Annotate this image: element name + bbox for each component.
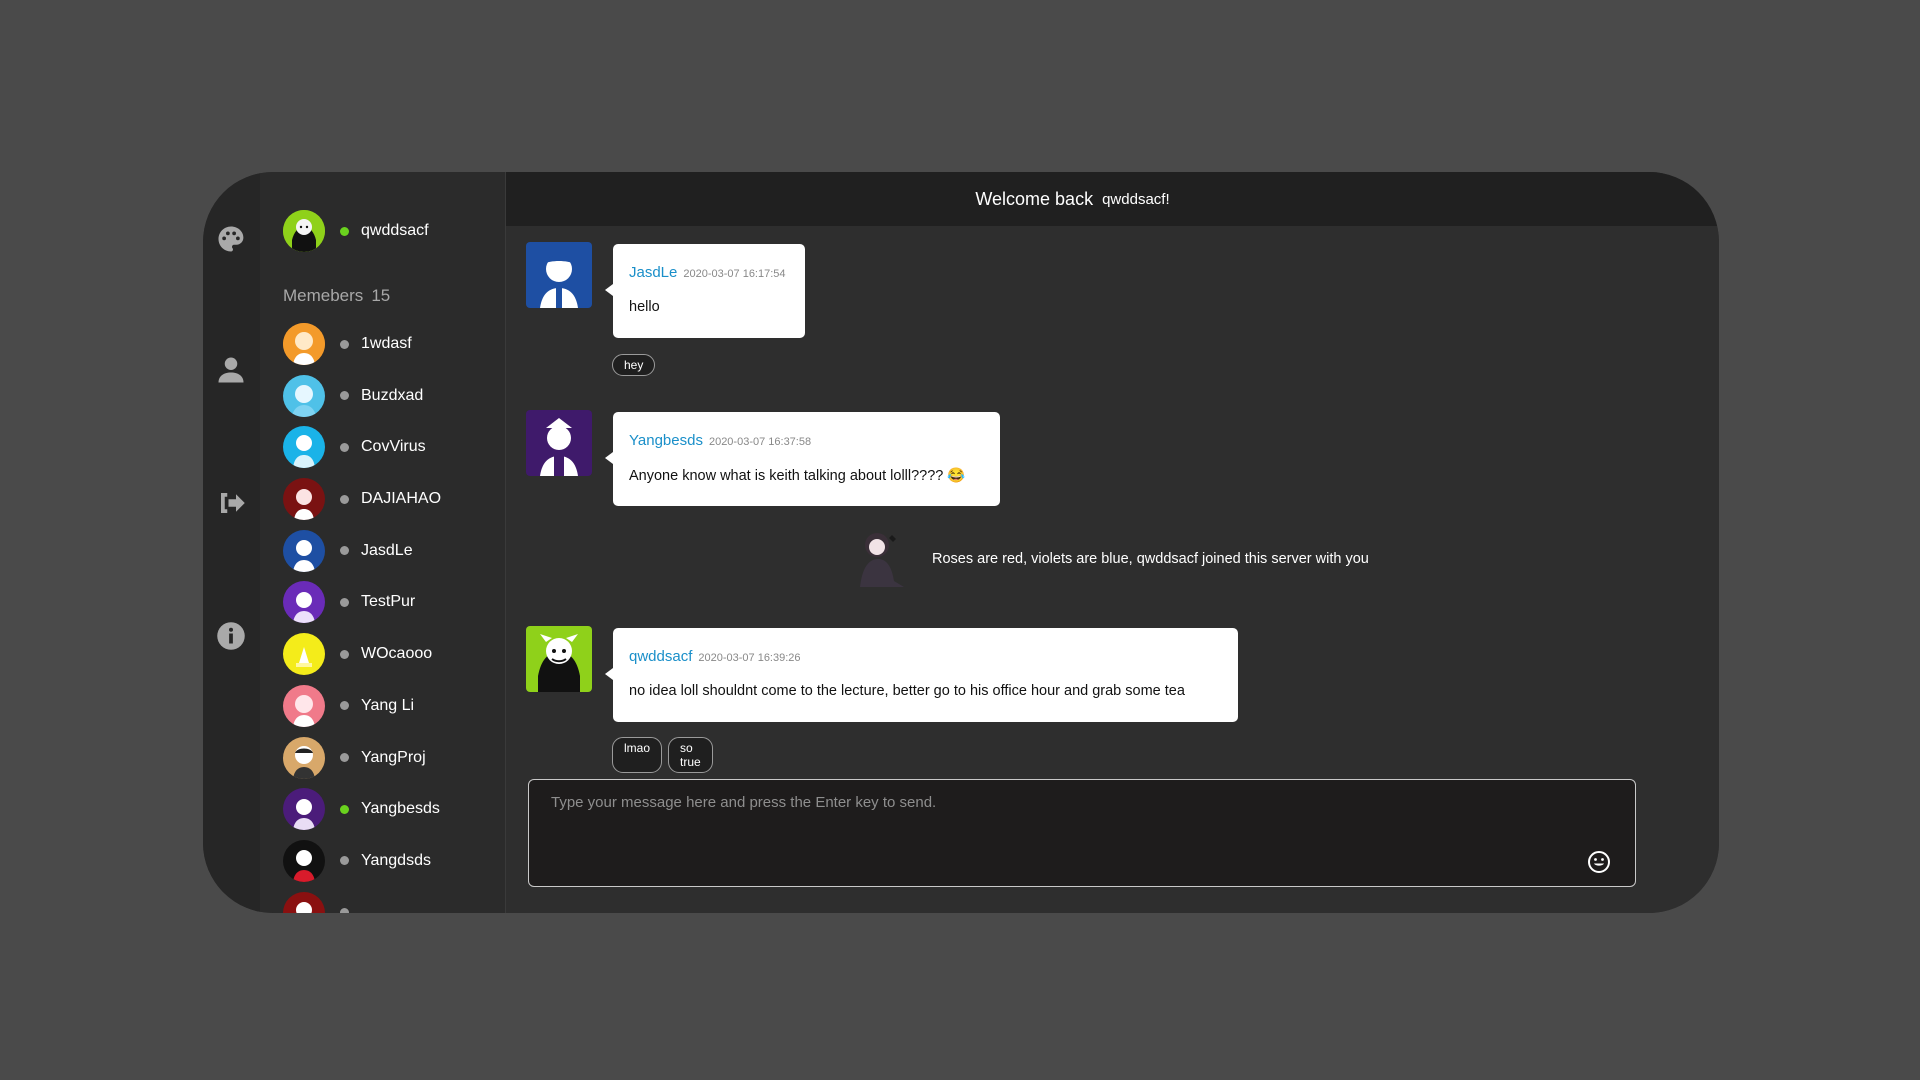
welcome-text: Welcome back bbox=[975, 188, 1094, 209]
status-dot bbox=[340, 442, 349, 452]
avatar bbox=[283, 426, 325, 469]
chat-panel: Welcome back qwddsacf! JasdLe 2020-03-07… bbox=[506, 172, 1719, 913]
member-name: Buzdxad bbox=[361, 386, 424, 404]
avatar bbox=[283, 478, 325, 521]
member-name: JasdLe bbox=[361, 541, 413, 559]
system-notice: Roses are red, violets are blue, qwddsac… bbox=[852, 527, 1369, 591]
status-dot bbox=[340, 494, 349, 504]
message-bubble: JasdLe 2020-03-07 16:17:54 hello bbox=[605, 244, 805, 338]
status-dot bbox=[340, 597, 349, 607]
avatar bbox=[283, 684, 325, 727]
member-name: WOcaooo bbox=[361, 645, 433, 663]
members-title: Memebers bbox=[283, 286, 364, 305]
message-text: Anyone know what is keith talking about … bbox=[629, 468, 966, 484]
palette-icon[interactable] bbox=[216, 224, 246, 254]
member-name: Yangdsds bbox=[361, 851, 431, 869]
chat-header: Welcome back qwddsacf! bbox=[506, 172, 1719, 226]
member-name: YangProj bbox=[361, 748, 426, 766]
list-item[interactable]: Yangdsds bbox=[283, 839, 441, 882]
status-dot bbox=[340, 546, 349, 556]
notice-illustration bbox=[860, 533, 904, 587]
message-timestamp: 2020-03-07 16:17:54 bbox=[683, 268, 786, 280]
status-dot bbox=[340, 649, 349, 659]
message-timestamp: 2020-03-07 16:37:58 bbox=[708, 436, 812, 448]
status-dot bbox=[340, 804, 349, 814]
message-author[interactable]: JasdLe bbox=[629, 264, 677, 281]
list-item[interactable]: Buzdxad bbox=[283, 374, 441, 417]
user-icon[interactable] bbox=[216, 355, 246, 385]
icon-rail bbox=[203, 172, 260, 913]
list-item[interactable]: YangProj bbox=[283, 736, 441, 779]
status-dot bbox=[340, 226, 349, 236]
welcome-username: qwddsacf! bbox=[1102, 190, 1170, 208]
avatar bbox=[526, 410, 592, 476]
message-text: no idea loll shouldnt come to the lectur… bbox=[629, 683, 1185, 699]
current-user-name: qwddsacf bbox=[361, 222, 429, 239]
emoji-icon[interactable] bbox=[1587, 850, 1611, 874]
avatar bbox=[283, 891, 325, 913]
current-user[interactable]: qwddsacf bbox=[283, 210, 429, 252]
member-name: CovVirus bbox=[361, 438, 426, 456]
list-item[interactable]: WOcaooo bbox=[283, 633, 441, 676]
avatar bbox=[283, 529, 325, 572]
members-sidebar: qwddsacf Memebers 15 1wdasf Buzdxad CovVi… bbox=[260, 172, 506, 913]
list-item[interactable]: 1wdasf bbox=[283, 323, 441, 365]
message-composer bbox=[528, 779, 1636, 887]
reaction-tag[interactable]: so true bbox=[668, 737, 713, 773]
member-name: 1wdasf bbox=[361, 335, 412, 352]
system-notice-text: Roses are red, violets are blue, qwddsac… bbox=[932, 551, 1369, 567]
message-timestamp: 2020-03-07 16:39:26 bbox=[698, 652, 801, 664]
list-item[interactable]: Yangbesds bbox=[283, 788, 441, 831]
avatar bbox=[283, 581, 325, 624]
member-list: 1wdasf Buzdxad CovVirus DAJIAHAO JasdLe bbox=[283, 323, 441, 913]
status-dot bbox=[340, 908, 349, 913]
info-icon[interactable] bbox=[216, 621, 246, 651]
status-dot bbox=[340, 339, 349, 349]
status-dot bbox=[340, 701, 349, 711]
members-heading: Memebers 15 bbox=[283, 286, 390, 306]
avatar bbox=[526, 242, 592, 308]
sign-out-icon[interactable] bbox=[216, 488, 246, 518]
reaction-tag[interactable]: hey bbox=[612, 354, 656, 376]
list-item[interactable]: DAJIAHAO bbox=[283, 478, 442, 521]
list-item[interactable]: TestPur bbox=[283, 581, 441, 624]
reaction-tags: lmao so true bbox=[612, 737, 713, 773]
avatar bbox=[283, 736, 325, 779]
app-window: qwddsacf Memebers 15 1wdasf Buzdxad CovVi… bbox=[203, 172, 1719, 913]
reaction-tag[interactable]: lmao bbox=[612, 737, 663, 773]
message-author[interactable]: qwddsacf bbox=[629, 648, 692, 665]
reaction-tags: hey bbox=[612, 354, 656, 376]
avatar bbox=[283, 839, 325, 882]
status-dot bbox=[340, 753, 349, 762]
member-name: DAJIAHAO bbox=[361, 490, 442, 508]
avatar bbox=[283, 788, 325, 831]
members-count: 15 bbox=[371, 286, 391, 305]
message-bubble: qwddsacf 2020-03-07 16:39:26 no idea lol… bbox=[605, 628, 1238, 722]
message-text: hello bbox=[629, 299, 660, 315]
member-name: Yang Li bbox=[361, 696, 415, 714]
avatar bbox=[283, 210, 325, 252]
message-author[interactable]: Yangbesds bbox=[629, 432, 703, 449]
list-item[interactable]: CovVirus bbox=[283, 426, 441, 469]
status-dot bbox=[340, 391, 349, 401]
avatar bbox=[283, 323, 325, 365]
member-name: Yangbesds bbox=[361, 800, 440, 818]
status-dot bbox=[340, 856, 349, 866]
list-item[interactable] bbox=[283, 891, 441, 913]
list-item[interactable]: Yang Li bbox=[283, 684, 441, 727]
message-input[interactable] bbox=[549, 788, 1553, 816]
member-name: TestPur bbox=[361, 593, 416, 611]
avatar bbox=[283, 374, 325, 417]
message-bubble: Yangbesds 2020-03-07 16:37:58 Anyone kno… bbox=[605, 412, 1000, 506]
avatar bbox=[283, 633, 325, 676]
list-item[interactable]: JasdLe bbox=[283, 529, 441, 572]
avatar bbox=[526, 626, 592, 692]
